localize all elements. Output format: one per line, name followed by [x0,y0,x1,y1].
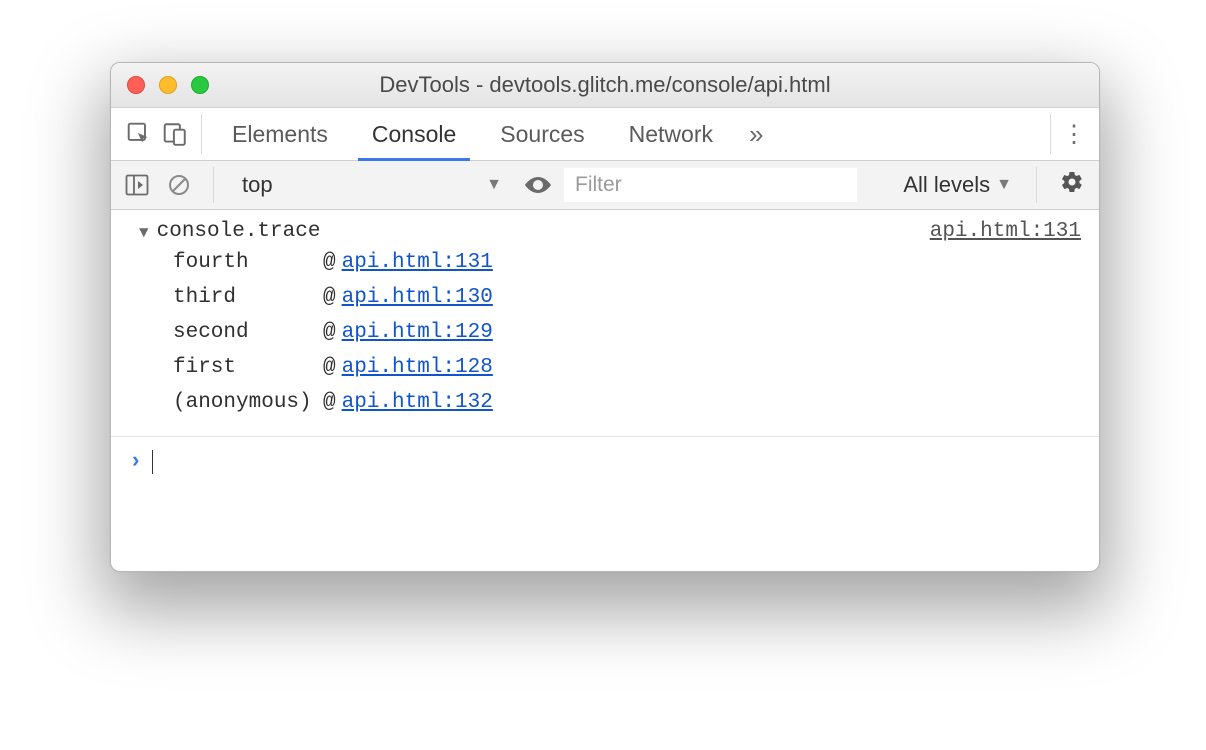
tab-label: Sources [500,121,584,148]
clear-console-icon[interactable] [163,169,195,201]
frame-source-link[interactable]: api.html:130 [342,286,493,309]
devtools-window: DevTools - devtools.glitch.me/console/ap… [110,62,1100,572]
tab-label: Console [372,121,456,148]
chevron-down-icon: ▼ [996,176,1012,194]
source-link[interactable]: api.html:131 [930,220,1081,243]
divider [1036,167,1037,203]
levels-label: All levels [903,172,990,198]
log-levels-selector[interactable]: All levels ▼ [897,172,1018,198]
divider [201,114,202,154]
tab-console[interactable]: Console [350,108,478,160]
frame-source-link[interactable]: api.html:128 [342,356,493,379]
minimize-window-button[interactable] [159,76,177,94]
disclosure-triangle-down-icon[interactable]: ▼ [139,224,149,242]
trace-header-row[interactable]: ▼ console.trace api.html:131 [111,216,1099,245]
chevron-down-icon: ▼ [486,176,502,194]
titlebar: DevTools - devtools.glitch.me/console/ap… [111,63,1099,108]
tab-label: Elements [232,121,328,148]
stack-frame: fourth @ api.html:131 [173,245,1081,280]
tab-elements[interactable]: Elements [210,108,350,160]
devtools-menu-button[interactable]: ⋮ [1059,120,1089,149]
stack-frame: (anonymous) @ api.html:132 [173,385,1081,420]
console-output: ▼ console.trace api.html:131 fourth @ ap… [111,210,1099,571]
stack-frame: first @ api.html:128 [173,350,1081,385]
live-expression-icon[interactable] [522,169,554,201]
frame-source-link[interactable]: api.html:131 [342,251,493,274]
window-title: DevTools - devtools.glitch.me/console/ap… [111,72,1099,98]
stack-frame: second @ api.html:129 [173,315,1081,350]
zoom-window-button[interactable] [191,76,209,94]
device-toolbar-icon[interactable] [157,116,193,152]
stack-frames: fourth @ api.html:131 third @ api.html:1… [111,245,1099,426]
trace-label: console.trace [157,220,321,243]
stack-frame: third @ api.html:130 [173,280,1081,315]
panel-tabs-bar: Elements Console Sources Network » ⋮ [111,108,1099,161]
divider [213,167,214,203]
inspect-element-icon[interactable] [121,116,157,152]
context-label: top [242,172,273,198]
divider [1050,114,1051,154]
at-glyph: @ [323,321,336,344]
at-glyph: @ [323,251,336,274]
tabs-overflow-button[interactable]: » [735,119,777,150]
prompt-chevron-icon: › [129,449,142,474]
panel-tabs: Elements Console Sources Network [210,108,735,160]
console-prompt[interactable]: › [111,437,1099,486]
frame-function: second [173,321,323,344]
frame-function: first [173,356,323,379]
frame-function: third [173,286,323,309]
frame-function: fourth [173,251,323,274]
text-cursor [152,450,153,474]
console-settings-icon[interactable] [1055,170,1089,200]
frame-source-link[interactable]: api.html:132 [342,391,493,414]
console-toolbar: top ▼ All levels ▼ [111,161,1099,210]
tab-network[interactable]: Network [607,108,735,160]
execution-context-selector[interactable]: top ▼ [232,168,512,202]
tab-sources[interactable]: Sources [478,108,606,160]
toggle-console-sidebar-icon[interactable] [121,169,153,201]
frame-source-link[interactable]: api.html:129 [342,321,493,344]
filter-input[interactable] [564,168,857,202]
at-glyph: @ [323,356,336,379]
tab-label: Network [629,121,713,148]
at-glyph: @ [323,391,336,414]
frame-function: (anonymous) [173,391,323,414]
close-window-button[interactable] [127,76,145,94]
traffic-lights [127,76,209,94]
at-glyph: @ [323,286,336,309]
